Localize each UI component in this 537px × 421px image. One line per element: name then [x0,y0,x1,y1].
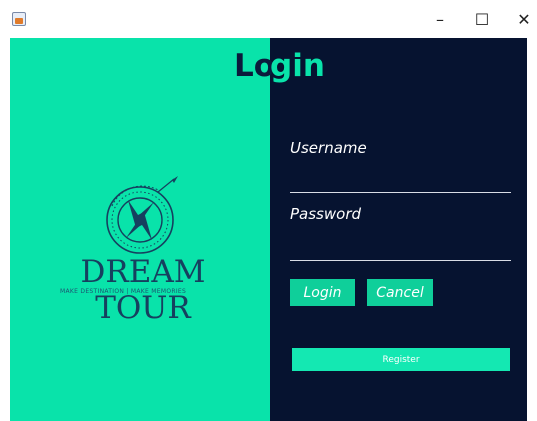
compass-icon [106,176,178,254]
cancel-button[interactable]: Cancel [367,279,433,306]
close-button[interactable]: ✕ [504,4,537,34]
brand-panel: DREAM TOUR MAKE DESTINATION | MAKE MEMOR… [10,38,270,421]
login-title-left: Lo [234,48,276,84]
maximize-button[interactable]: ☐ [462,4,502,34]
register-button[interactable]: Register [292,348,510,371]
minimize-button[interactable]: – [420,4,460,34]
password-label: Password [290,205,362,223]
dream-tour-logo: DREAM TOUR MAKE DESTINATION | MAKE MEMOR… [28,170,258,326]
logo-tagline: MAKE DESTINATION | MAKE MEMORIES [60,288,187,295]
window-title-bar: – ☐ ✕ [0,0,537,38]
password-field[interactable] [290,240,511,261]
java-app-icon [12,12,26,26]
login-title-right: gin [270,48,325,84]
login-button[interactable]: Login [290,279,355,306]
username-field[interactable] [290,172,511,193]
username-label: Username [290,139,367,157]
